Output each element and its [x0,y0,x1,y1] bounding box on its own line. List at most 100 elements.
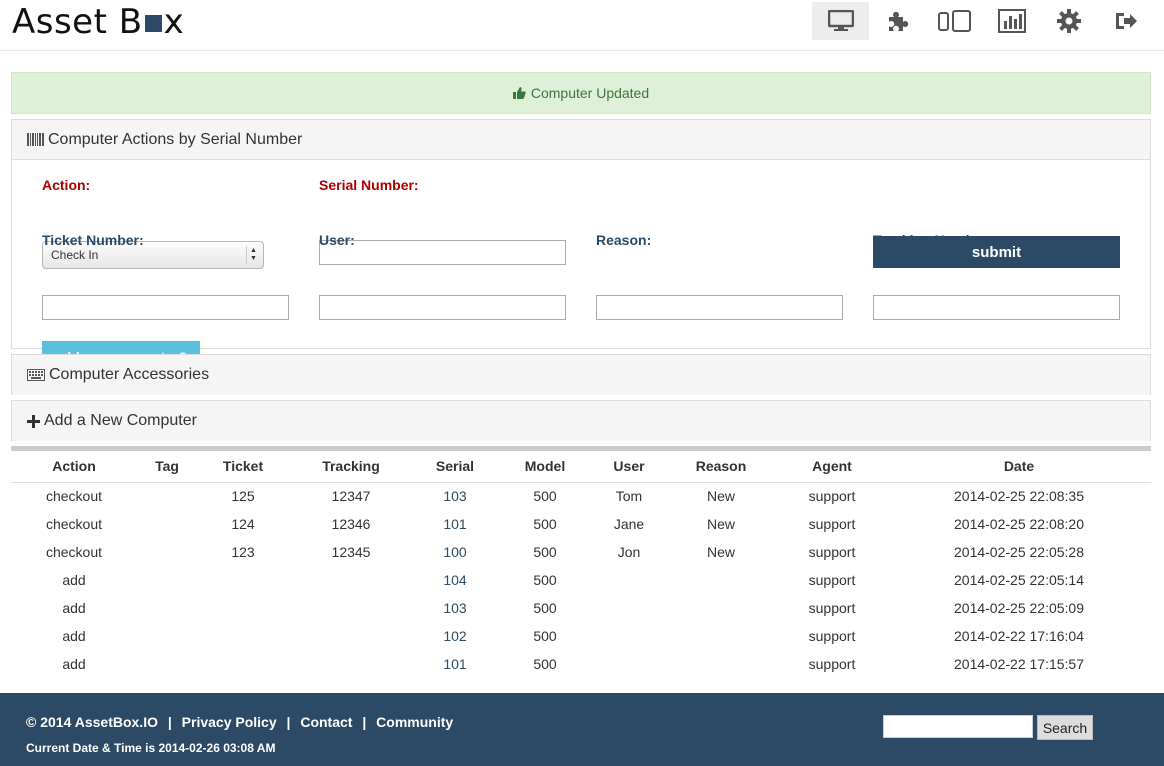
cell-serial-link[interactable]: 103 [413,482,497,510]
nav-reports[interactable] [983,2,1040,40]
ticket-number-input[interactable] [42,295,289,320]
cell-user: Jane [613,516,645,532]
bar-chart-icon [997,9,1026,33]
puzzle-icon [888,11,908,31]
logo[interactable]: Asset B x [12,2,184,42]
cell-tag [137,622,197,650]
alert-text: Computer Updated [530,85,650,101]
cell-model: 500 [533,516,557,532]
cell-date: 2014-02-25 22:08:20 [954,516,1084,532]
cell-serial-link[interactable]: 100 [413,538,497,566]
reason-input[interactable] [596,295,843,320]
cell-user: Tom [615,488,643,505]
column-header[interactable]: Agent [777,451,887,483]
cell-serial-link[interactable]: 101 [413,510,497,538]
cell-action: add [62,656,86,672]
cell-reason [665,650,777,678]
current-datetime: Current Date & Time is 2014-02-26 03:08 … [26,741,276,755]
computer-accessories-heading[interactable]: Computer Accessories [12,355,1150,395]
column-header[interactable]: User [593,451,665,483]
privacy-policy-link[interactable]: Privacy Policy [182,714,277,730]
nav-settings[interactable] [1040,2,1097,40]
add-new-computer-title: Add a New Computer [44,412,197,429]
tracking-number-label: Tracking Number: [873,232,993,248]
cell-serial-link[interactable]: 104 [413,566,497,594]
add-new-computer-heading[interactable]: Add a New Computer [12,401,1150,441]
history-table: Action Tag Ticket Tracking Serial Model … [11,451,1151,678]
column-header[interactable]: Reason [665,451,777,483]
column-header[interactable]: Tag [137,451,197,483]
cell-date: 2014-02-22 17:15:57 [954,656,1084,672]
community-link[interactable]: Community [376,714,453,730]
cell-ticket [197,566,289,594]
cell-ticket: 124 [231,516,255,532]
computer-accessories-title: Computer Accessories [49,366,210,383]
action-select-value: Check In [51,248,99,262]
column-header[interactable]: Action [11,451,137,483]
cell-agent: support [808,656,856,672]
cell-agent: support [808,572,856,588]
cell-user [593,566,665,594]
cell-user [593,650,665,678]
cell-model: 500 [533,656,557,672]
cell-tracking: 12346 [331,516,371,532]
footer-search-button[interactable]: Search [1037,715,1093,740]
footer-search-input[interactable] [883,715,1033,738]
keyboard-icon [27,369,45,381]
cell-model: 500 [533,628,557,644]
cell-serial-link[interactable]: 101 [413,650,497,678]
cell-date: 2014-02-25 22:08:35 [954,488,1084,505]
cell-tag [137,510,197,538]
cell-action: checkout [45,516,103,532]
cell-model: 500 [533,544,557,560]
column-header[interactable]: Ticket [197,451,289,483]
cell-agent: support [808,600,856,616]
add-new-computer-panel: Add a New Computer [11,400,1151,441]
serial-number-label: Serial Number: [319,177,419,193]
cell-agent: support [808,544,856,560]
computer-actions-form: Action: Check In ▲ ▼ Serial Number: submi… [12,160,1150,373]
select-arrows-icon: ▲ ▼ [246,246,260,264]
footer-separator: | [167,714,172,730]
user-input[interactable] [319,295,566,320]
column-header[interactable]: Tracking [289,451,413,483]
contact-link[interactable]: Contact [300,714,352,730]
serial-number-input[interactable] [319,240,566,265]
nav-logout[interactable] [1097,2,1154,40]
computer-actions-heading[interactable]: Computer Actions by Serial Number [12,120,1150,160]
table-row: add 102 500 support 2014-02-22 17:16:04 [11,622,1151,650]
cell-tag [137,482,197,510]
nav-devices[interactable] [926,2,983,40]
nav-computers[interactable] [812,2,869,40]
logo-text-suffix: x [163,2,185,42]
cell-tag [137,650,197,678]
logo-square-icon [144,15,162,32]
tracking-number-input[interactable] [873,295,1120,320]
cell-action: add [62,628,86,644]
column-header[interactable]: Model [497,451,593,483]
cell-reason: New [706,544,735,560]
user-label: User: [319,232,355,248]
cell-agent: support [808,628,856,644]
cell-date: 2014-02-25 22:05:28 [954,544,1084,560]
cell-model: 500 [533,488,557,505]
logo-text-prefix: Asset B [12,2,143,42]
desktop-icon [827,10,854,31]
success-alert: Computer Updated [11,72,1151,114]
cell-ticket: 123 [231,544,255,560]
column-header[interactable]: Serial [413,451,497,483]
barcode-icon [27,133,44,146]
header: Asset B x [0,0,1164,51]
cell-ticket [197,650,289,678]
tablet-icon [937,10,971,32]
cell-serial-link[interactable]: 103 [413,594,497,622]
copyright-text: © 2014 AssetBox.IO [26,714,158,730]
nav-accessories[interactable] [869,2,926,40]
cell-ticket [197,622,289,650]
thumbs-up-icon [512,87,526,99]
cell-serial-link[interactable]: 102 [413,622,497,650]
cell-reason [665,566,777,594]
column-header[interactable]: Date [887,451,1151,483]
footer-separator: | [362,714,367,730]
action-label: Action: [42,177,91,193]
